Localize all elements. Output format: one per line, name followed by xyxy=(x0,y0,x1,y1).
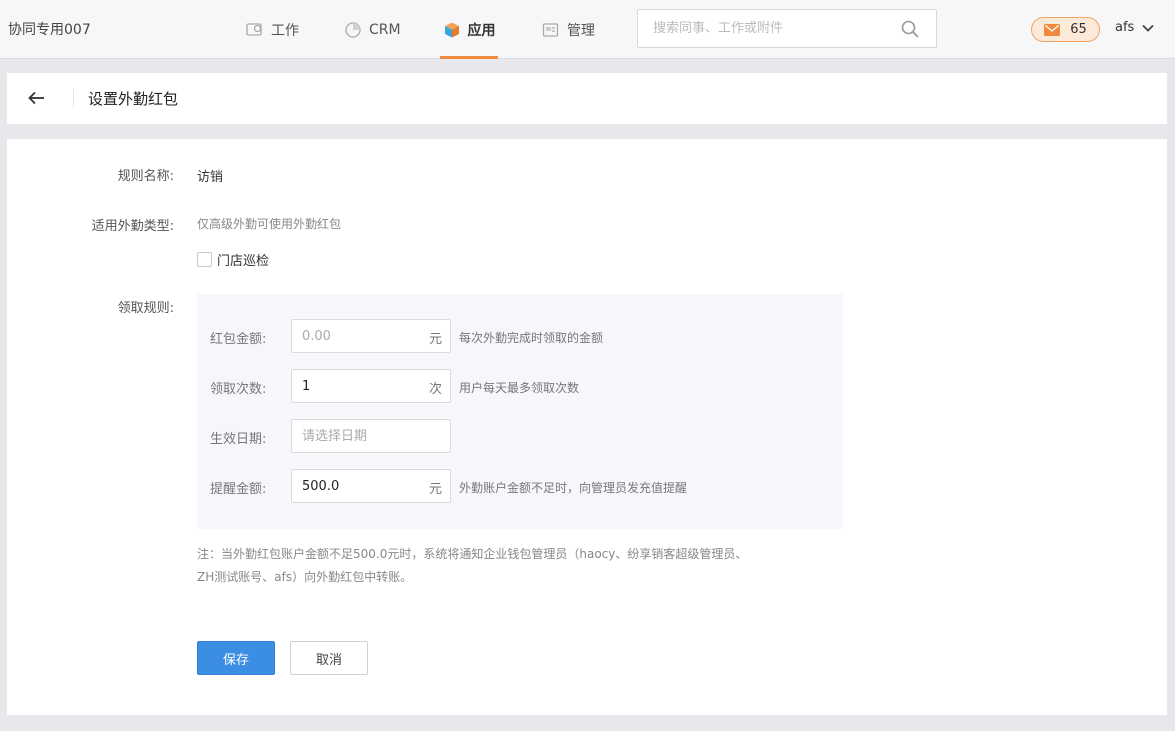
company-name[interactable]: 协同专用007 xyxy=(8,19,91,39)
search-icon[interactable] xyxy=(901,20,919,38)
page-title: 设置外勤红包 xyxy=(88,90,179,108)
times-field: 次 xyxy=(291,369,451,403)
user-menu[interactable]: afs xyxy=(1115,20,1154,35)
notice-text: 注：当外勤红包账户金额不足500.0元时，系统将通知企业钱包管理员（haocy、… xyxy=(197,543,797,589)
type-hint: 仅高级外勤可使用外勤红包 xyxy=(197,217,342,231)
type-label: 适用外勤类型: xyxy=(91,219,174,234)
mail-icon xyxy=(1044,23,1061,36)
date-label: 生效日期: xyxy=(210,432,267,447)
nav-apps[interactable]: 应用 xyxy=(440,0,498,59)
times-label: 领取次数: xyxy=(210,382,267,397)
form-card: 规则名称: 访销 适用外勤类型: 仅高级外勤可使用外勤红包 门店巡检 领取规则:… xyxy=(7,139,1167,715)
mail-badge[interactable]: 65 xyxy=(1031,17,1100,42)
times-hint: 用户每天最多领取次数 xyxy=(459,381,580,395)
manage-icon xyxy=(542,22,559,37)
times-unit: 次 xyxy=(428,382,442,397)
nav-work-label: 工作 xyxy=(271,22,299,39)
rule-name-label: 规则名称: xyxy=(117,169,174,184)
remind-input[interactable] xyxy=(292,470,422,502)
save-button[interactable]: 保存 xyxy=(197,641,275,675)
crm-chart-icon xyxy=(345,21,361,38)
rules-label: 领取规则: xyxy=(117,301,174,316)
date-field xyxy=(291,419,451,453)
cancel-button[interactable]: 取消 xyxy=(290,641,368,675)
remind-field: 元 xyxy=(291,469,451,503)
username: afs xyxy=(1115,20,1135,35)
remind-unit: 元 xyxy=(428,482,442,497)
amount-field: 元 xyxy=(291,319,451,353)
search-box xyxy=(637,9,937,48)
mail-count: 65 xyxy=(1070,22,1087,37)
nav-work[interactable]: 工作 xyxy=(246,0,299,59)
app-cube-icon xyxy=(444,22,459,37)
top-bar: 协同专用007 工作 CRM 应用 管理 搜索同事、工作或附件 65 afs xyxy=(0,0,1175,59)
amount-label: 红包金额: xyxy=(210,332,267,347)
nav-crm[interactable]: CRM xyxy=(344,0,401,59)
rule-name-value: 访销 xyxy=(197,170,224,185)
remind-label: 提醒金额: xyxy=(210,482,267,497)
remind-hint: 外勤账户金额不足时，向管理员发充值提醒 xyxy=(459,481,688,495)
notice-line-1: 注：当外勤红包账户金额不足500.0元时，系统将通知企业钱包管理员（haocy、… xyxy=(197,547,748,561)
rules-panel: 红包金额: 元 每次外勤完成时领取的金额 领取次数: 次 用户每天最多领取次数 … xyxy=(197,294,843,529)
back-arrow-icon[interactable] xyxy=(27,88,47,108)
date-input[interactable] xyxy=(292,420,422,452)
nav-crm-label: CRM xyxy=(369,21,401,38)
store-inspection-checkbox[interactable] xyxy=(197,252,212,267)
header-divider xyxy=(73,89,74,107)
amount-hint: 每次外勤完成时领取的金额 xyxy=(459,331,604,345)
nav-apps-label: 应用 xyxy=(467,22,496,39)
store-inspection-label: 门店巡检 xyxy=(217,254,270,269)
search-input[interactable] xyxy=(638,10,888,47)
work-icon xyxy=(246,22,262,36)
store-inspection-checkbox-row[interactable]: 门店巡检 xyxy=(197,250,269,269)
amount-unit: 元 xyxy=(428,332,442,347)
amount-input[interactable] xyxy=(292,320,422,352)
notice-line-2: ZH测试账号、afs）向外勤红包中转账。 xyxy=(197,570,413,584)
times-input[interactable] xyxy=(292,370,422,402)
page-header: 设置外勤红包 xyxy=(7,73,1167,124)
nav-manage-label: 管理 xyxy=(567,22,595,39)
nav-manage[interactable]: 管理 xyxy=(542,0,595,59)
chevron-down-icon xyxy=(1142,24,1154,32)
